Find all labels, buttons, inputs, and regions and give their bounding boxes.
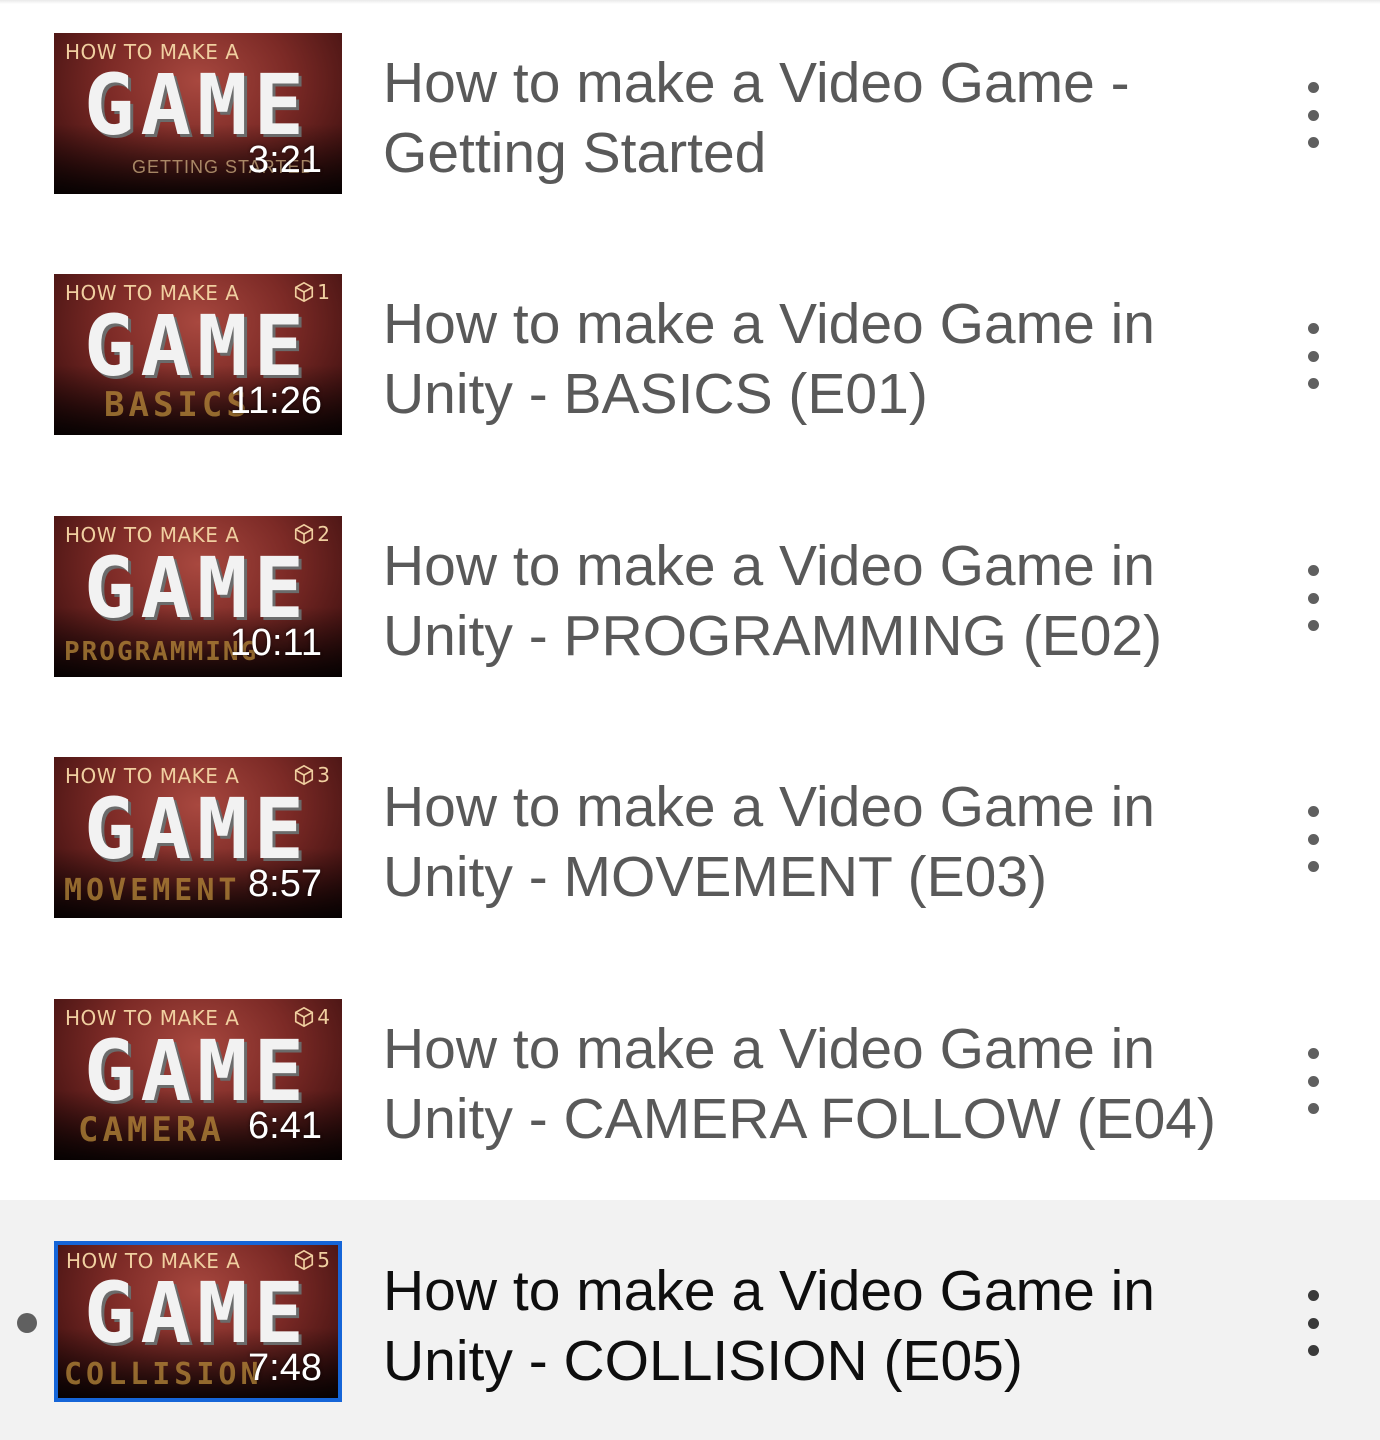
more-vertical-icon[interactable] (1296, 1048, 1330, 1114)
thumbnail-game-text: GAME (83, 1022, 311, 1120)
thumbnail-subtitle: COLLISION (64, 1357, 263, 1392)
playlist-item[interactable]: HOW TO MAKE A 2 GAME PROGRAMMING 10:11 H… (0, 483, 1380, 724)
playlist-item[interactable]: HOW TO MAKE A GAME GETTING STARTED 3:21 … (0, 0, 1380, 241)
menu-dot (1307, 378, 1319, 389)
playlist-item[interactable]: HOW TO MAKE A 4 GAME CAMERA 6:41 How to … (0, 966, 1380, 1207)
video-title[interactable]: How to make a Video Game in Unity - COLL… (383, 1256, 1223, 1396)
video-thumbnail[interactable]: HOW TO MAKE A 3 GAME MOVEMENT 8:57 (54, 757, 342, 918)
video-thumbnail[interactable]: HOW TO MAKE A 1 GAME BASICS 11:26 (54, 274, 342, 435)
video-title[interactable]: How to make a Video Game in Unity - PROG… (383, 531, 1223, 671)
thumbnail-game-text: GAME (83, 56, 311, 154)
menu-dot (1307, 620, 1319, 631)
now-playing-indicator-icon (17, 1313, 37, 1333)
playlist-item[interactable]: HOW TO MAKE A 3 GAME MOVEMENT 8:57 How t… (0, 724, 1380, 965)
menu-dot (1307, 833, 1319, 845)
menu-dot (1307, 592, 1319, 604)
video-title[interactable]: How to make a Video Game - Getting Start… (383, 48, 1223, 188)
menu-dot (1307, 806, 1319, 817)
thumbnail-subtitle: CAMERA (78, 1110, 225, 1150)
more-vertical-icon[interactable] (1296, 82, 1330, 148)
episode-number: 5 (317, 1248, 330, 1272)
video-thumbnail[interactable]: HOW TO MAKE A 5 GAME COLLISION 7:48 (54, 1241, 342, 1402)
video-duration: 10:11 (229, 622, 322, 664)
menu-dot (1307, 861, 1319, 872)
playlist-item[interactable]: HOW TO MAKE A 1 GAME BASICS 11:26 How to… (0, 241, 1380, 482)
playlist-panel: HOW TO MAKE A GAME GETTING STARTED 3:21 … (0, 0, 1380, 1440)
more-vertical-icon[interactable] (1296, 1290, 1330, 1356)
menu-dot (1307, 1103, 1319, 1114)
thumbnail-game-text: GAME (83, 539, 311, 637)
episode-number: 4 (317, 1005, 330, 1029)
menu-dot (1307, 137, 1319, 148)
video-duration: 8:57 (248, 863, 322, 905)
video-thumbnail[interactable]: HOW TO MAKE A 2 GAME PROGRAMMING 10:11 (54, 516, 342, 677)
video-thumbnail[interactable]: HOW TO MAKE A 4 GAME CAMERA 6:41 (54, 999, 342, 1160)
more-vertical-icon[interactable] (1296, 323, 1330, 389)
menu-dot (1307, 1290, 1319, 1301)
video-title[interactable]: How to make a Video Game in Unity - BASI… (383, 289, 1223, 429)
video-title[interactable]: How to make a Video Game in Unity - MOVE… (383, 772, 1223, 912)
episode-number: 3 (317, 763, 330, 787)
thumbnail-game-text: GAME (83, 780, 311, 878)
menu-dot (1307, 1345, 1319, 1356)
episode-number: 2 (317, 522, 330, 546)
menu-dot (1307, 350, 1319, 362)
menu-dot (1307, 565, 1319, 576)
more-vertical-icon[interactable] (1296, 806, 1330, 872)
menu-dot (1307, 1075, 1319, 1087)
video-title[interactable]: How to make a Video Game in Unity - CAME… (383, 1014, 1223, 1154)
menu-dot (1307, 82, 1319, 93)
menu-dot (1307, 323, 1319, 334)
thumbnail-game-text: GAME (83, 297, 311, 395)
menu-dot (1307, 1048, 1319, 1059)
menu-dot (1307, 109, 1319, 121)
video-duration: 6:41 (248, 1105, 322, 1147)
thumbnail-game-text: GAME (83, 1264, 311, 1362)
menu-dot (1307, 1317, 1319, 1329)
playlist-item-current[interactable]: HOW TO MAKE A 5 GAME COLLISION 7:48 How … (0, 1200, 1380, 1440)
thumbnail-subtitle: MOVEMENT (64, 873, 241, 908)
video-thumbnail[interactable]: HOW TO MAKE A GAME GETTING STARTED 3:21 (54, 33, 342, 194)
video-duration: 7:48 (248, 1347, 322, 1389)
video-duration: 11:26 (229, 380, 322, 422)
video-duration: 3:21 (248, 139, 322, 181)
more-vertical-icon[interactable] (1296, 565, 1330, 631)
episode-number: 1 (317, 280, 330, 304)
